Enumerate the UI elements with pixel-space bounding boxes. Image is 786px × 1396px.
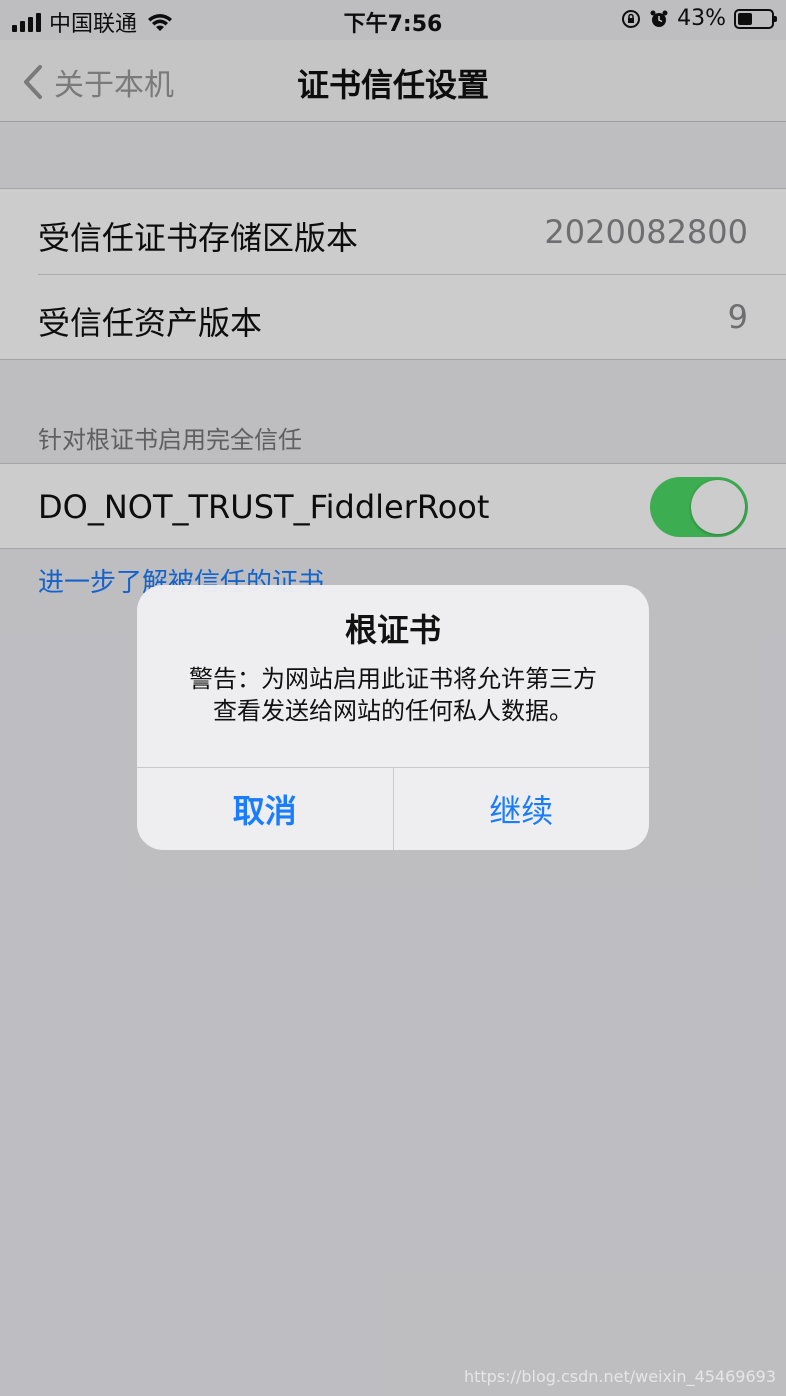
- alert-message: 警告：为网站启用此证书将允许第三方 查看发送给网站的任何私人数据。: [167, 663, 619, 727]
- alert-message-line: 查看发送给网站的任何私人数据。: [213, 697, 573, 725]
- alert-buttons: 取消 继续: [137, 767, 649, 850]
- alert-message-line: 警告：为网站启用此证书将允许第三方: [189, 665, 597, 693]
- watermark: https://blog.csdn.net/weixin_45469693: [463, 1367, 776, 1386]
- cancel-button[interactable]: 取消: [137, 768, 394, 850]
- alert-title: 根证书: [344, 611, 441, 649]
- continue-button[interactable]: 继续: [394, 768, 650, 850]
- alert-dialog: 根证书 警告：为网站启用此证书将允许第三方 查看发送给网站的任何私人数据。 取消…: [137, 585, 649, 850]
